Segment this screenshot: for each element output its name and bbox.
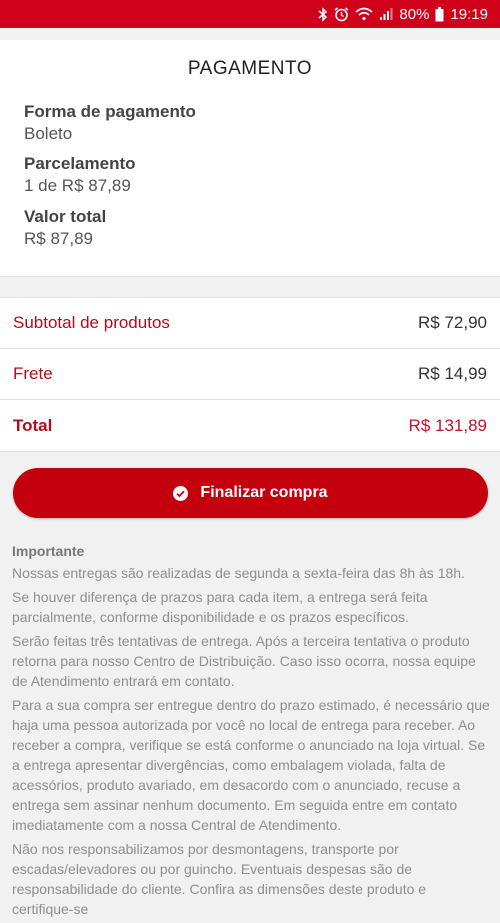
info-paragraph: Nossas entregas são realizadas de segund… xyxy=(12,565,465,581)
wifi-icon xyxy=(355,7,373,21)
subtotal-value: R$ 72,90 xyxy=(418,313,487,332)
subtotal-row: Subtotal de produtos R$ 72,90 xyxy=(0,298,500,349)
payment-card: PAGAMENTO Forma de pagamento Boleto Parc… xyxy=(0,40,500,277)
order-summary: Subtotal de produtos R$ 72,90 Frete R$ 1… xyxy=(0,297,500,452)
shipping-label: Frete xyxy=(13,364,53,383)
total-row: Total R$ 131,89 xyxy=(0,400,500,451)
total-label: Total xyxy=(13,415,53,435)
info-paragraph: Para a sua compra ser entregue dentro do… xyxy=(12,697,490,833)
signal-icon xyxy=(379,7,393,21)
battery-percent: 80% xyxy=(399,5,430,23)
shipping-row: Frete R$ 14,99 xyxy=(0,349,500,400)
check-circle-icon xyxy=(173,485,189,501)
info-paragraph: Serão feitas três tentativas de entrega.… xyxy=(12,633,476,689)
payment-method-value: Boleto xyxy=(24,124,73,143)
battery-icon xyxy=(435,6,444,22)
important-info: Importante Nossas entregas são realizada… xyxy=(12,541,490,923)
total-value: R$ 131,89 xyxy=(408,415,487,435)
finalize-purchase-label: Finalizar compra xyxy=(200,484,328,501)
status-bar: 80% 19:19 xyxy=(0,0,500,28)
payment-title: PAGAMENTO xyxy=(187,58,313,79)
clock-time: 19:19 xyxy=(450,5,488,23)
installments-value: 1 de R$ 87,89 xyxy=(24,176,131,195)
subtotal-label: Subtotal de produtos xyxy=(13,313,170,332)
shipping-value: R$ 14,99 xyxy=(418,364,487,383)
finalize-purchase-button[interactable]: Finalizar compra xyxy=(13,468,488,518)
total-value-label: Valor total xyxy=(24,207,107,226)
alarm-icon xyxy=(334,6,349,22)
bluetooth-icon xyxy=(318,6,328,22)
important-heading: Importante xyxy=(12,543,85,559)
info-paragraph: Não nos responsabilizamos por desmontage… xyxy=(12,841,427,917)
payment-method-label: Forma de pagamento xyxy=(24,102,196,121)
info-paragraph: Se houver diferença de prazos para cada … xyxy=(12,589,428,625)
total-value-amount: R$ 87,89 xyxy=(24,229,93,248)
installments-label: Parcelamento xyxy=(24,154,136,173)
